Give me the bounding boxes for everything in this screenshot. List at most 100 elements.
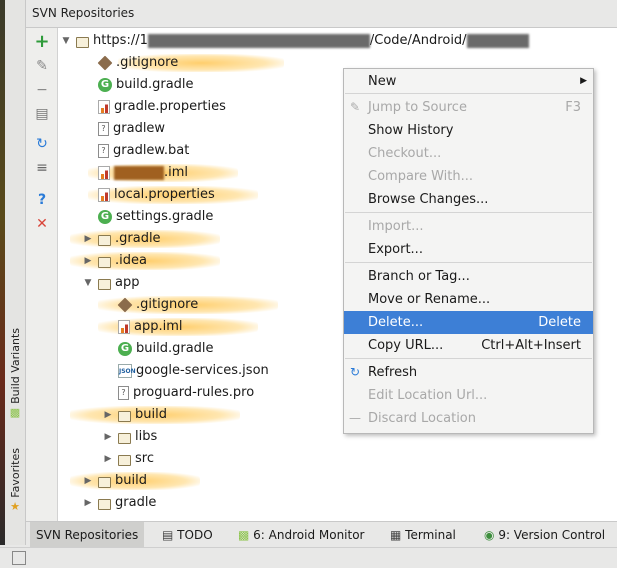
collapse-all-icon[interactable]: ≡ xyxy=(32,158,52,178)
tree-item[interactable]: ▶ build xyxy=(102,404,167,426)
tree-item[interactable]: ▶ build xyxy=(82,470,147,492)
collapse-arrow-icon[interactable]: ▶ xyxy=(102,448,114,470)
help-icon[interactable]: ? xyxy=(32,190,52,210)
star-icon: ★ xyxy=(10,499,20,513)
tree-item-label: local.properties xyxy=(114,187,215,202)
tree-item-label: .gradle xyxy=(115,231,161,246)
menu-item-refresh[interactable]: ↻ Refresh xyxy=(344,361,593,384)
collapse-arrow-icon[interactable]: ▶ xyxy=(82,470,94,492)
redacted-host xyxy=(147,34,370,48)
tree-item[interactable]: Gbuild.gradle xyxy=(118,338,214,360)
folder-icon xyxy=(118,410,131,422)
details-icon[interactable]: ▤ xyxy=(32,104,52,124)
tree-item[interactable]: .iml xyxy=(98,162,188,184)
collapse-arrow-icon[interactable]: ▶ xyxy=(102,404,114,426)
tree-item-label: build.gradle xyxy=(116,77,194,92)
tree-item[interactable]: ▶ .gradle xyxy=(82,228,161,250)
file-icon: ? xyxy=(98,122,109,136)
status-bar xyxy=(0,547,617,568)
menu-item-import[interactable]: Import... xyxy=(344,215,593,238)
tree-item-label: .gitignore xyxy=(116,55,179,70)
menu-separator xyxy=(345,93,592,94)
version-control-icon: ◉ xyxy=(484,528,495,542)
expand-arrow-icon[interactable]: ▼ xyxy=(60,30,72,52)
git-icon xyxy=(117,297,133,313)
tree-item-label: app xyxy=(115,275,140,290)
tree-item[interactable]: ? gradlew xyxy=(98,118,165,140)
tree-item-label: build.gradle xyxy=(136,341,214,356)
menu-item-label: Browse Changes... xyxy=(368,192,489,207)
tree-item[interactable]: ▶ libs xyxy=(102,426,158,448)
menu-item-jump-to-source[interactable]: ✎ Jump to Source F3 xyxy=(344,96,593,119)
refresh-icon: ↻ xyxy=(349,365,361,379)
tree-item-label: gradlew xyxy=(113,121,166,136)
menu-item-label: Checkout... xyxy=(368,146,442,161)
menu-item-discard-location[interactable]: — Discard Location xyxy=(344,407,593,430)
menu-item-compare-with[interactable]: Compare With... xyxy=(344,165,593,188)
menu-item-export[interactable]: Export... xyxy=(344,238,593,261)
remove-icon[interactable]: − xyxy=(32,80,52,100)
tree-item[interactable]: Gsettings.gradle xyxy=(98,206,213,228)
tree-item[interactable]: ? gradlew.bat xyxy=(98,140,189,162)
tree-item[interactable]: Gbuild.gradle xyxy=(98,74,194,96)
favorites-label: Favorites xyxy=(8,448,22,498)
tree-item[interactable]: local.properties xyxy=(98,184,215,206)
menu-item-delete[interactable]: Delete... Delete xyxy=(344,311,593,334)
root-url-middle: /Code/Android/ xyxy=(369,33,467,48)
tree-item[interactable]: ? proguard-rules.pro xyxy=(118,382,254,404)
context-menu: New ▶ ✎ Jump to Source F3 Show History Checkou… xyxy=(343,68,594,434)
menu-item-label: Jump to Source xyxy=(368,100,467,115)
favorites-tab[interactable]: Favorites ★ xyxy=(5,448,25,513)
submenu-arrow-icon: ▶ xyxy=(580,76,587,86)
tree-item[interactable]: JSON google-services.json xyxy=(118,360,269,382)
tree-item[interactable]: .gitignore xyxy=(117,294,199,316)
android-icon: ▩ xyxy=(238,528,250,542)
tree-item-label: proguard-rules.pro xyxy=(133,385,255,400)
collapse-arrow-icon[interactable]: ▶ xyxy=(82,228,94,250)
jump-to-source-icon: ✎ xyxy=(349,100,361,114)
add-icon[interactable]: + xyxy=(32,32,52,52)
tab-terminal[interactable]: ▦ Terminal xyxy=(384,522,462,548)
menu-item-browse-changes[interactable]: Browse Changes... xyxy=(344,188,593,211)
tree-item[interactable]: ▶ src xyxy=(102,448,154,470)
status-toggle-icon[interactable] xyxy=(12,551,26,565)
menu-item-label: Copy URL... xyxy=(368,338,444,353)
tree-item[interactable]: .gitignore xyxy=(97,52,179,74)
tab-android-monitor[interactable]: ▩ 6: Android Monitor xyxy=(232,522,371,548)
tree-item[interactable]: ▼ app xyxy=(82,272,140,294)
menu-separator xyxy=(345,212,592,213)
folder-icon xyxy=(98,278,111,290)
menu-item-new[interactable]: New ▶ xyxy=(344,70,593,93)
menu-item-edit-location-url[interactable]: Edit Location Url... xyxy=(344,384,593,407)
edit-icon[interactable]: ✎ xyxy=(32,56,52,76)
tree-root[interactable]: ▼ https://1 /Code/Android/ xyxy=(60,30,529,52)
tree-item[interactable]: app.iml xyxy=(118,316,183,338)
build-variants-tab[interactable]: Build Variants ▩ xyxy=(5,328,25,419)
menu-item-move-or-rename[interactable]: Move or Rename... xyxy=(344,288,593,311)
tree-item[interactable]: ▶ .idea xyxy=(82,250,147,272)
root-url-prefix: https://1 xyxy=(93,33,148,48)
gradle-icon: G xyxy=(98,78,112,92)
close-icon[interactable]: ✕ xyxy=(32,214,52,234)
gradle-icon: G xyxy=(118,342,132,356)
menu-item-copy-url[interactable]: Copy URL... Ctrl+Alt+Insert xyxy=(344,334,593,357)
tree-item[interactable]: ▶ gradle xyxy=(82,492,157,514)
tab-svn-repositories[interactable]: SVN Repositories xyxy=(30,522,145,548)
tab-todo[interactable]: ▤ TODO xyxy=(156,522,219,548)
collapse-arrow-icon[interactable]: ▶ xyxy=(82,250,94,272)
tree-item-label: .iml xyxy=(164,165,189,180)
panel-toolbar: + ✎ − ▤ ↻ ≡ ? ✕ xyxy=(26,28,58,521)
collapse-arrow-icon[interactable]: ▶ xyxy=(82,492,94,514)
tab-version-control[interactable]: ◉ 9: Version Control xyxy=(478,522,611,548)
refresh-icon[interactable]: ↻ xyxy=(32,134,52,154)
menu-item-label: Import... xyxy=(368,219,424,234)
collapse-arrow-icon[interactable]: ▶ xyxy=(102,426,114,448)
menu-item-shortcut: Delete xyxy=(538,315,581,330)
menu-item-branch-or-tag[interactable]: Branch or Tag... xyxy=(344,265,593,288)
tree-item-label: .gitignore xyxy=(136,297,199,312)
expand-arrow-icon[interactable]: ▼ xyxy=(82,272,94,294)
menu-item-checkout[interactable]: Checkout... xyxy=(344,142,593,165)
folder-icon xyxy=(98,498,111,510)
tree-item[interactable]: gradle.properties xyxy=(98,96,226,118)
menu-item-show-history[interactable]: Show History xyxy=(344,119,593,142)
